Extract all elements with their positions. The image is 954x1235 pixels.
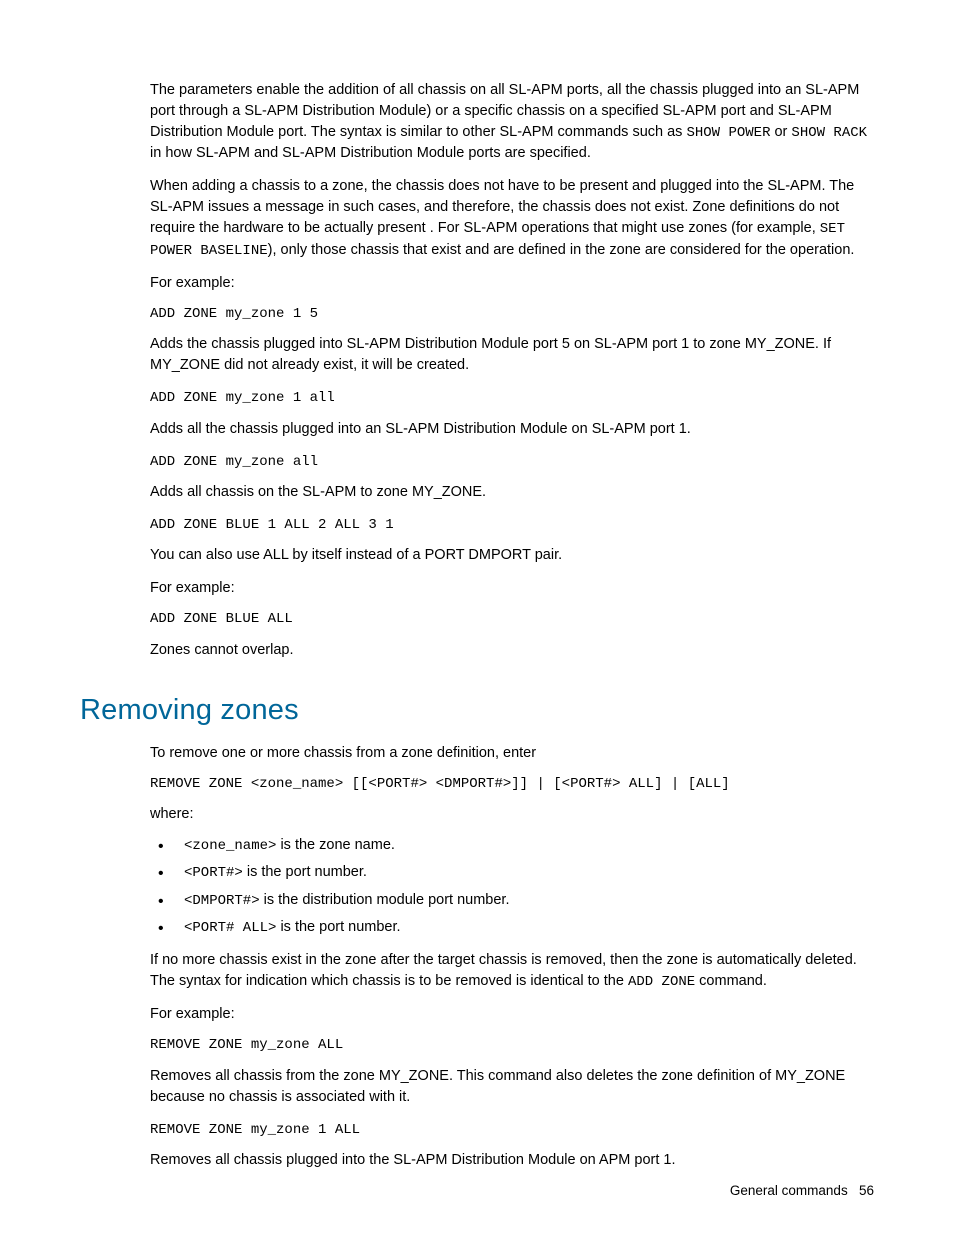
code-add-zone-1-5: ADD ZONE my_zone 1 5 — [150, 304, 874, 324]
inline-code: <zone_name> — [184, 838, 276, 854]
inline-code: <PORT#> — [184, 865, 243, 881]
paragraph-explain-all: Adds all chassis on the SL-APM to zone M… — [150, 482, 874, 503]
text: is the port number. — [243, 864, 367, 880]
inline-code-add-zone: ADD ZONE — [628, 974, 695, 990]
code-remove-zone-all: REMOVE ZONE my_zone ALL — [150, 1035, 874, 1055]
text: command. — [695, 973, 767, 989]
body-indent-block: The parameters enable the addition of al… — [150, 80, 874, 661]
code-add-zone-1-all: ADD ZONE my_zone 1 all — [150, 388, 874, 408]
text: in how SL-APM and SL-APM Distribution Mo… — [150, 145, 591, 161]
text: ), only those chassis that exist and are… — [268, 242, 855, 258]
paragraph-explain-remove-all: Removes all chassis from the zone MY_ZON… — [150, 1066, 874, 1108]
code-add-zone-blue-all: ADD ZONE BLUE ALL — [150, 609, 874, 629]
footer-section-name: General commands — [730, 1183, 848, 1198]
paragraph-explain-blue: You can also use ALL by itself instead o… — [150, 545, 874, 566]
label-for-example: For example: — [150, 273, 874, 294]
paragraph-no-overlap: Zones cannot overlap. — [150, 640, 874, 661]
paragraph-remove-intro: To remove one or more chassis from a zon… — [150, 743, 874, 764]
paragraph-explain-remove-1-all: Removes all chassis plugged into the SL-… — [150, 1150, 874, 1171]
inline-code: <DMPORT#> — [184, 893, 260, 909]
text: or — [770, 124, 791, 140]
paragraph-explain-1-all: Adds all the chassis plugged into an SL-… — [150, 419, 874, 440]
paragraph-explain-1-5: Adds the chassis plugged into SL-APM Dis… — [150, 334, 874, 376]
text: is the distribution module port number. — [260, 892, 510, 908]
code-remove-zone-1-all: REMOVE ZONE my_zone 1 ALL — [150, 1120, 874, 1140]
list-item: <zone_name> is the zone name. — [150, 835, 874, 856]
paragraph-intro-syntax: The parameters enable the addition of al… — [150, 80, 874, 164]
inline-code-show-power: SHOW POWER — [686, 125, 770, 141]
text: When adding a chassis to a zone, the cha… — [150, 178, 854, 236]
label-for-example: For example: — [150, 578, 874, 599]
code-add-zone-blue: ADD ZONE BLUE 1 ALL 2 ALL 3 1 — [150, 515, 874, 535]
paragraph-auto-delete: If no more chassis exist in the zone aft… — [150, 950, 874, 992]
footer-page-number: 56 — [859, 1183, 874, 1198]
text: is the zone name. — [276, 837, 395, 853]
body-indent-block: To remove one or more chassis from a zon… — [150, 743, 874, 1171]
document-page: The parameters enable the addition of al… — [0, 0, 954, 1235]
page-footer: General commands 56 — [730, 1181, 874, 1201]
inline-code-show-rack: SHOW RACK — [791, 125, 867, 141]
inline-code: <PORT# ALL> — [184, 920, 276, 936]
list-item: <PORT#> is the port number. — [150, 862, 874, 883]
label-where: where: — [150, 804, 874, 825]
list-item: <DMPORT#> is the distribution module por… — [150, 890, 874, 911]
where-list: <zone_name> is the zone name. <PORT#> is… — [150, 835, 874, 938]
paragraph-zone-add-behaviour: When adding a chassis to a zone, the cha… — [150, 176, 874, 261]
heading-removing-zones: Removing zones — [80, 689, 874, 731]
label-for-example: For example: — [150, 1004, 874, 1025]
code-add-zone-all: ADD ZONE my_zone all — [150, 452, 874, 472]
text: is the port number. — [276, 919, 400, 935]
code-remove-zone-syntax: REMOVE ZONE <zone_name> [[<PORT#> <DMPOR… — [150, 774, 874, 794]
list-item: <PORT# ALL> is the port number. — [150, 917, 874, 938]
